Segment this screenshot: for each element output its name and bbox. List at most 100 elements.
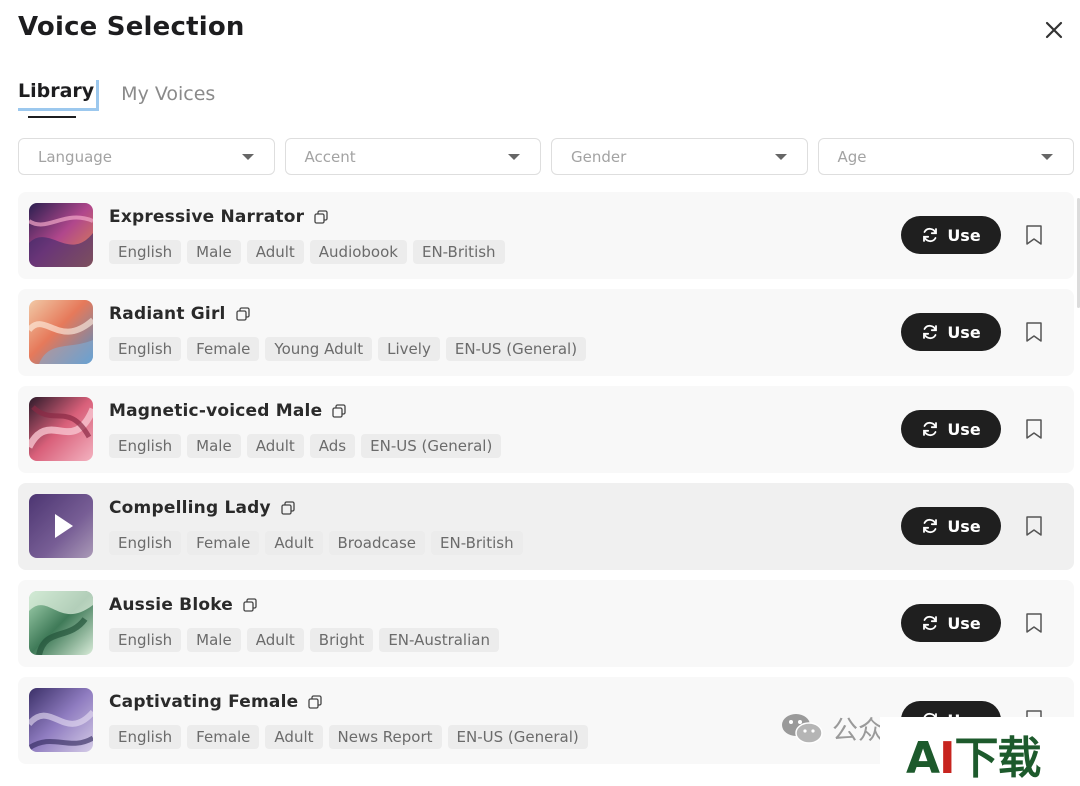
age-filter[interactable]: Age	[817, 138, 1074, 175]
voice-cover-image	[29, 300, 93, 364]
wechat-icon	[782, 713, 823, 744]
voice-cover-image	[29, 591, 93, 655]
tag: Adult	[265, 725, 323, 749]
bookmark-icon[interactable]	[1024, 224, 1044, 246]
voice-tags: English Female Young Adult Lively EN-US …	[109, 337, 587, 361]
copy-icon[interactable]	[332, 404, 346, 418]
refresh-icon	[923, 421, 938, 437]
tag: English	[109, 434, 182, 458]
voice-row[interactable]: Radiant Girl English Female Young Adult …	[18, 289, 1074, 376]
voice-cover-image	[29, 688, 93, 752]
tag: Male	[187, 240, 241, 264]
voice-name: Radiant Girl	[109, 304, 226, 324]
voice-name: Compelling Lady	[109, 498, 271, 518]
use-button[interactable]: Use	[901, 216, 1001, 254]
refresh-icon	[923, 227, 938, 243]
bookmark-icon[interactable]	[1024, 515, 1044, 537]
watermark-wechat: 公众	[780, 710, 884, 747]
use-button-label: Use	[947, 516, 981, 536]
tag: EN-British	[431, 531, 523, 555]
tag: Adult	[265, 531, 323, 555]
voice-tags: English Male Adult Audiobook EN-British	[109, 240, 505, 264]
copy-icon[interactable]	[314, 210, 328, 224]
tag: Bright	[309, 628, 374, 652]
tag: EN-US (General)	[445, 337, 587, 361]
tag: EN-US (General)	[361, 434, 502, 458]
use-button-label: Use	[947, 613, 981, 633]
tab-library[interactable]: Library	[18, 80, 100, 111]
tag: Lively	[378, 337, 440, 361]
language-filter[interactable]: Language	[18, 138, 275, 175]
bookmark-icon[interactable]	[1024, 321, 1044, 343]
accent-filter[interactable]: Accent	[284, 138, 541, 175]
voice-row[interactable]: Magnetic-voiced Male English Male Adult …	[18, 386, 1074, 473]
tag: English	[109, 531, 182, 555]
active-tab-indicator	[28, 116, 76, 118]
copy-icon[interactable]	[281, 501, 295, 515]
refresh-icon	[923, 615, 938, 631]
tag: English	[109, 240, 182, 264]
voice-tags: English Female Adult News Report EN-US (…	[109, 725, 588, 749]
voice-tags: English Male Adult Ads EN-US (General)	[109, 434, 502, 458]
voice-cover-image	[29, 203, 93, 267]
copy-icon[interactable]	[308, 695, 323, 709]
watermark-account: 公众	[832, 716, 885, 746]
use-button[interactable]: Use	[901, 410, 1001, 448]
tag: Ads	[309, 434, 356, 458]
copy-icon[interactable]	[235, 307, 250, 321]
tag: EN-British	[412, 240, 505, 264]
close-icon[interactable]	[1042, 18, 1066, 42]
voice-tags: English Male Adult Bright EN-Australian	[109, 628, 499, 652]
voice-row[interactable]: Expressive Narrator English Male Adult A…	[18, 192, 1074, 279]
tag: News Report	[328, 725, 442, 749]
tab-bar: Library My Voices	[18, 80, 215, 111]
voice-tags: English Female Adult Broadcase EN-Britis…	[109, 531, 523, 555]
tab-my-voices[interactable]: My Voices	[121, 83, 215, 111]
tag: Audiobook	[309, 240, 407, 264]
tag: Adult	[246, 240, 304, 264]
voice-name: Expressive Narrator	[109, 207, 305, 227]
caret-down-icon	[241, 153, 254, 160]
watermark-logo: AI下载	[906, 733, 1041, 784]
voice-name: Aussie Bloke	[109, 595, 234, 615]
filter-bar: Language Accent Gender Age	[18, 138, 1074, 175]
use-button[interactable]: Use	[901, 313, 1001, 351]
tag: Male	[187, 434, 241, 458]
tag: EN-Australian	[379, 628, 499, 652]
tag: Female	[187, 337, 260, 361]
use-button[interactable]: Use	[901, 604, 1001, 642]
gender-filter[interactable]: Gender	[551, 138, 808, 175]
age-filter-placeholder: Age	[837, 147, 867, 166]
voice-cover-image	[29, 494, 93, 558]
dialog-title: Voice Selection	[18, 12, 245, 42]
caret-down-icon	[774, 153, 787, 160]
use-button-label: Use	[947, 419, 981, 439]
tag: Female	[187, 725, 260, 749]
voice-row[interactable]: Aussie Bloke English Male Adult Bright E…	[18, 580, 1074, 667]
tag: English	[109, 725, 182, 749]
tag: English	[109, 337, 182, 361]
tag: English	[109, 628, 182, 652]
bookmark-icon[interactable]	[1024, 612, 1044, 634]
use-button-label: Use	[947, 225, 981, 245]
language-filter-placeholder: Language	[38, 147, 113, 166]
tag: Female	[187, 531, 260, 555]
gender-filter-placeholder: Gender	[571, 147, 627, 166]
tag: Broadcase	[328, 531, 426, 555]
voice-name: Captivating Female	[109, 692, 299, 712]
voice-name: Magnetic-voiced Male	[109, 401, 323, 421]
accent-filter-placeholder: Accent	[304, 147, 356, 166]
tag: Adult	[246, 434, 304, 458]
voice-cover-image	[29, 397, 93, 461]
caret-down-icon	[508, 153, 520, 160]
refresh-icon	[923, 518, 938, 534]
refresh-icon	[923, 324, 938, 340]
tag: Young Adult	[265, 337, 373, 361]
tag: EN-US (General)	[447, 725, 588, 749]
caret-down-icon	[1041, 153, 1053, 160]
tag: Adult	[246, 628, 304, 652]
voice-row[interactable]: Compelling Lady English Female Adult Bro…	[18, 483, 1074, 570]
copy-icon[interactable]	[243, 598, 257, 612]
use-button[interactable]: Use	[901, 507, 1001, 545]
bookmark-icon[interactable]	[1024, 418, 1044, 440]
